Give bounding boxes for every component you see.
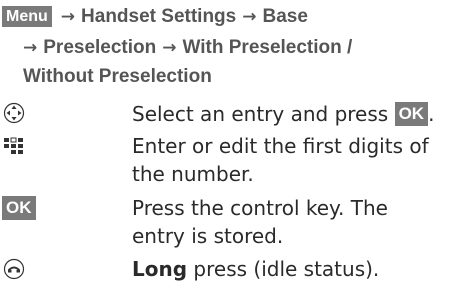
menu-path-line-2: → Preselection → With Preselection / [23,37,352,59]
step-text: Select an entry and press [132,102,395,126]
arrow-icon: → [242,7,257,27]
control-key-icon [3,102,25,128]
step-text-end: . [428,102,435,126]
menu-path-item: Preselection [43,37,157,58]
arrow-icon: → [60,7,76,27]
menu-path-item: Base [262,6,308,27]
menu-path-item: With Preselection / [182,37,353,58]
arrow-icon: → [23,38,38,58]
step-description: Select an entry and press OK. [132,100,447,128]
step-description: Press the control key. The entry is stor… [132,196,388,248]
step-emphasis: Long [132,257,188,281]
arrow-icon: → [162,38,177,58]
menu-key: Menu [2,6,52,27]
keypad-icon [3,136,25,160]
menu-path-item: Handset Settings [81,6,237,27]
step-text: press (idle status). [187,257,380,281]
ok-key: OK [2,196,36,220]
menu-path-line-1: Menu → Handset Settings → Base [2,6,308,28]
step-description: Enter or edit the first digits of the nu… [132,134,429,186]
ok-key: OK [394,102,429,126]
step-description: Long press (idle status). [132,255,447,283]
menu-path-line-3: Without Preselection [23,66,212,88]
end-call-key-icon [3,258,25,284]
menu-path-item: Without Preselection [23,66,212,87]
